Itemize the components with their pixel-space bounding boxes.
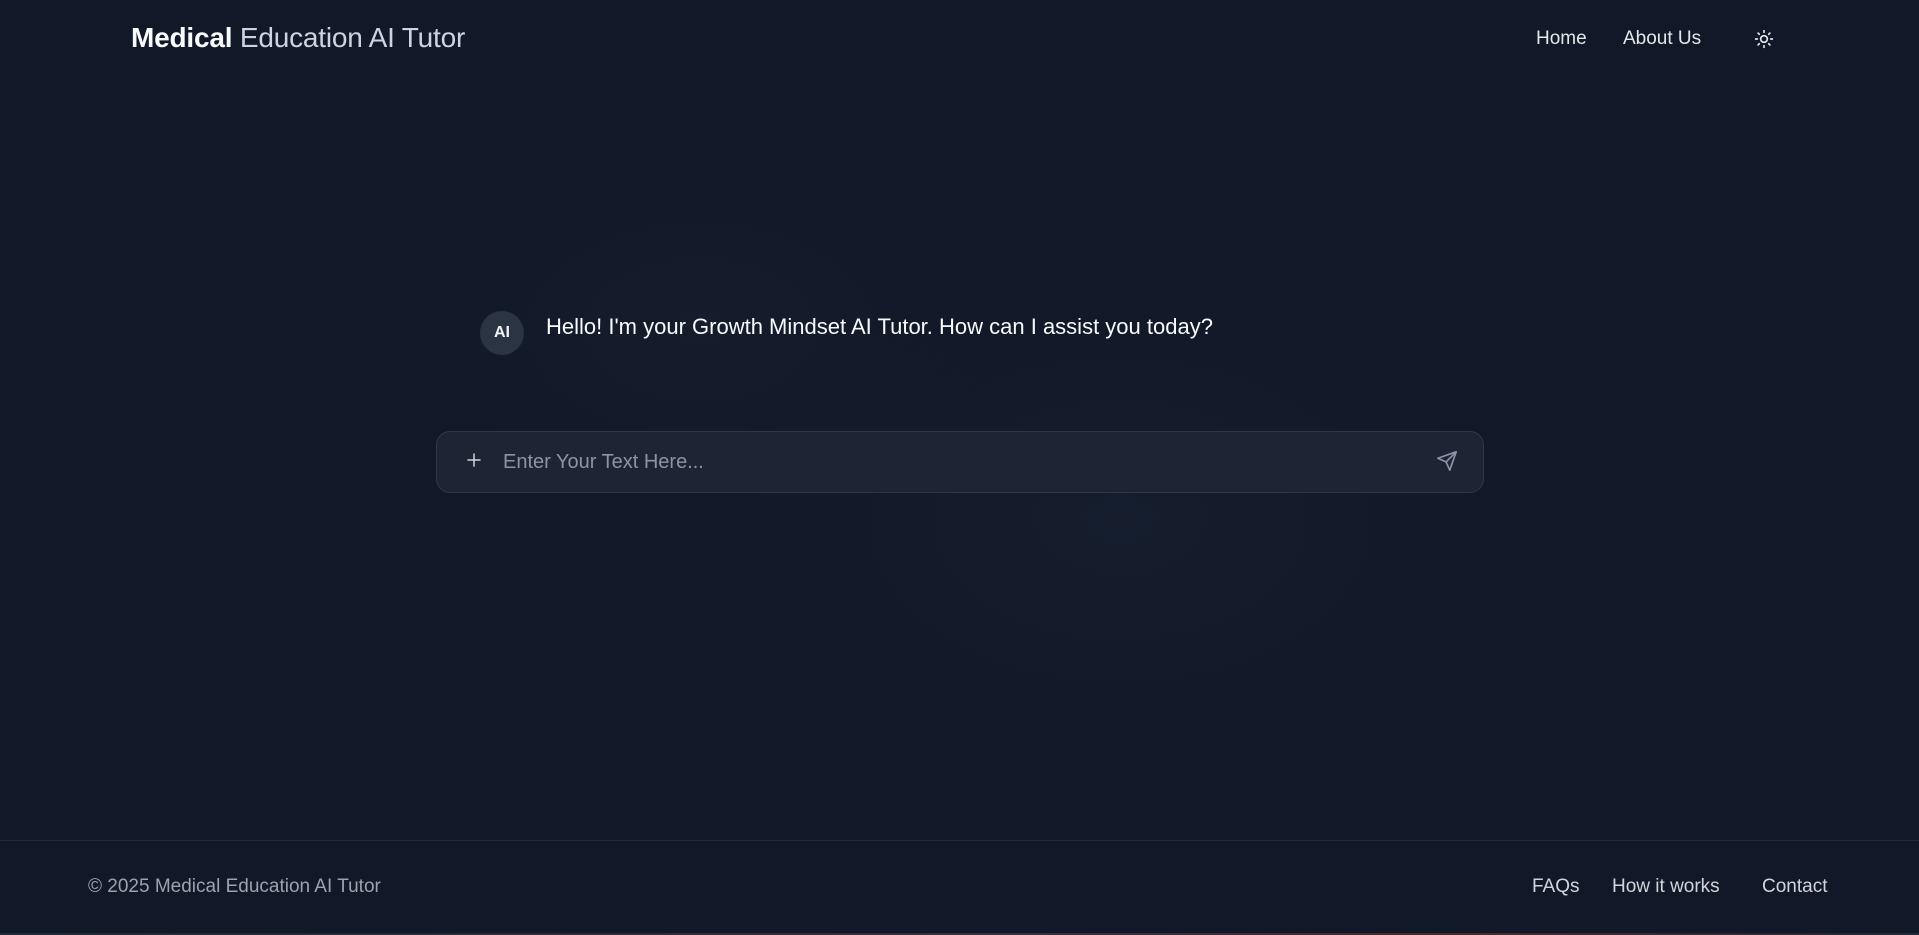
chat-text-input[interactable] [503, 444, 1383, 480]
page: Medical Education AI Tutor Home About Us [0, 0, 1919, 935]
ai-avatar: AI [480, 311, 524, 355]
footer-link-faqs[interactable]: FAQs [1532, 876, 1580, 898]
chat-input-bar [436, 431, 1484, 493]
plus-icon [465, 451, 483, 474]
site-logo[interactable]: Medical Education AI Tutor [131, 22, 465, 54]
sun-icon [1754, 29, 1774, 54]
footer-link-contact[interactable]: Contact [1762, 876, 1827, 898]
theme-toggle-button[interactable] [1752, 29, 1776, 53]
nav-link-about-us[interactable]: About Us [1623, 28, 1701, 50]
message-text: Hello! I'm your Growth Mindset AI Tutor.… [546, 314, 1213, 339]
footer-link-how-it-works[interactable]: How it works [1612, 876, 1720, 898]
footer: © 2025 Medical Education AI Tutor FAQs H… [0, 840, 1919, 933]
brand-secondary-text: Education AI Tutor [239, 22, 466, 53]
chat-message: AI Hello! I'm your Growth Mindset AI Tut… [480, 311, 1213, 355]
send-icon [1436, 450, 1458, 477]
send-button[interactable] [1433, 449, 1461, 477]
top-nav-bar: Medical Education AI Tutor Home About Us [0, 0, 1919, 80]
brand-primary-text: Medical [131, 22, 233, 53]
attach-button[interactable] [461, 449, 487, 475]
nav-link-home[interactable]: Home [1536, 28, 1587, 50]
copyright-text: © 2025 Medical Education AI Tutor [88, 876, 381, 897]
